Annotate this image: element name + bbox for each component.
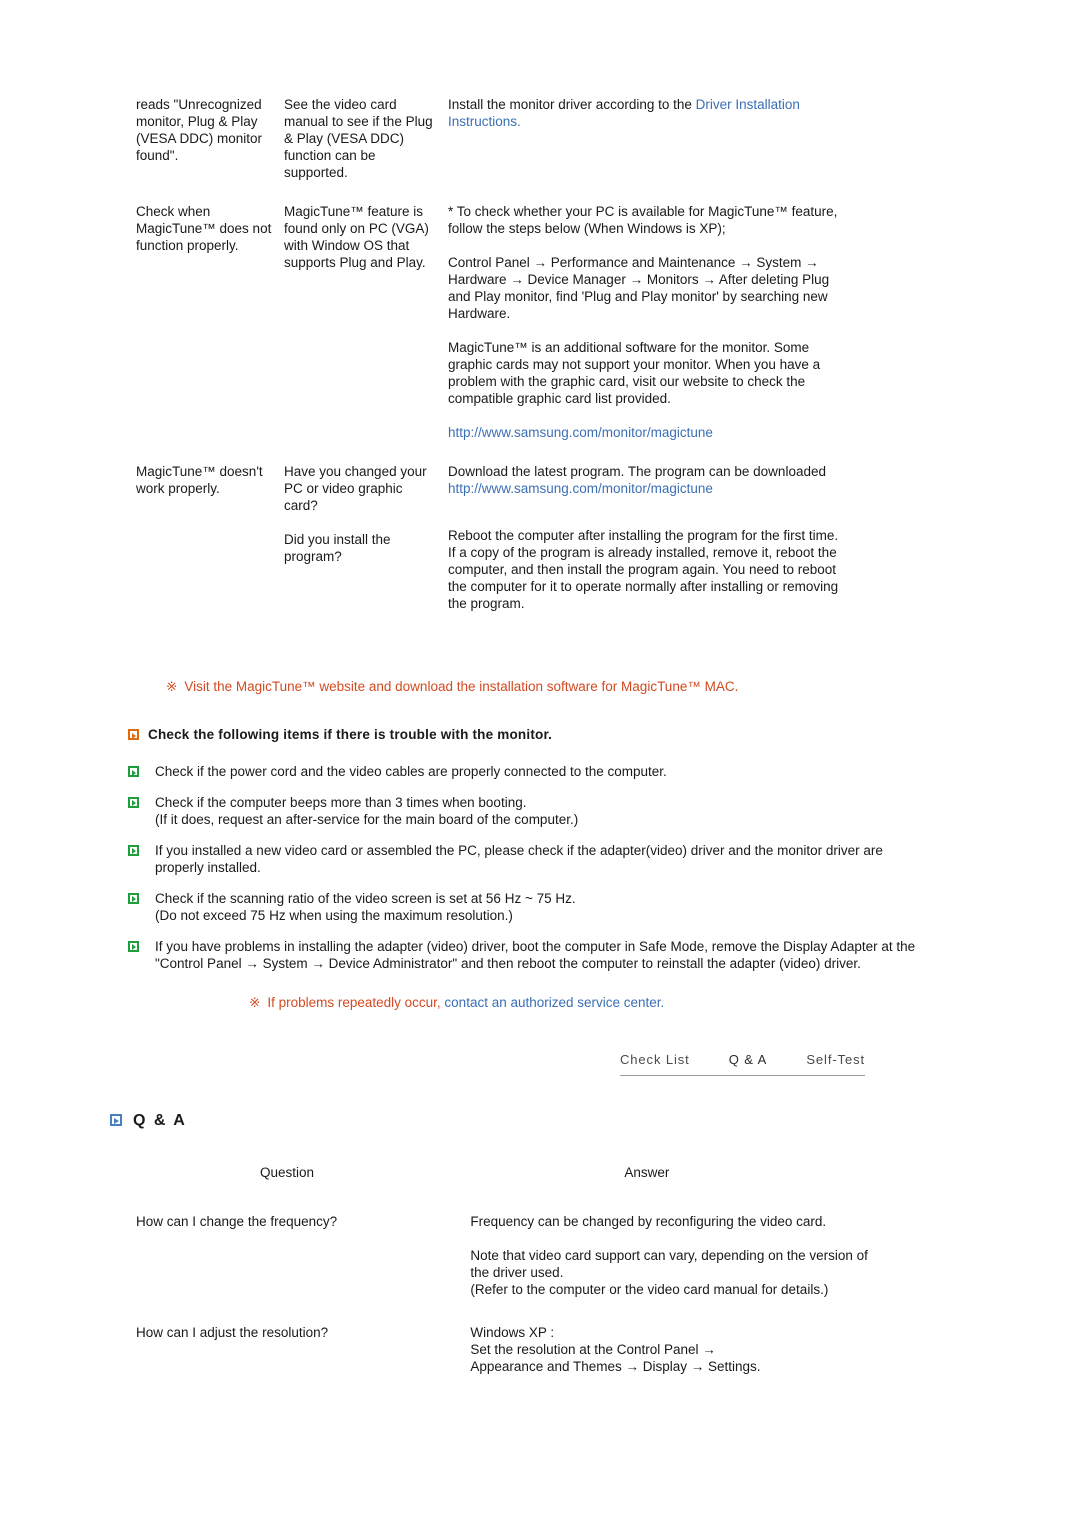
- troubleshooting-table: reads "Unrecognized monitor, Plug & Play…: [136, 96, 856, 612]
- checklist-cell: Have you changed your PC or video graphi…: [284, 463, 448, 612]
- service-center-note-text: If problems repeatedly occur,: [267, 995, 441, 1010]
- solution-text-post: .: [517, 114, 521, 129]
- solution-paragraph-1: * To check whether your PC is available …: [448, 204, 838, 236]
- page-title: Q & A: [110, 1112, 187, 1130]
- checklist-heading-text: Check the following items if there is tr…: [148, 727, 553, 742]
- symptom-cell: reads "Unrecognized monitor, Plug & Play…: [136, 96, 284, 181]
- green-arrow-icon: [128, 940, 139, 952]
- check-text: See the video card manual to see if the …: [284, 97, 433, 180]
- checklist-heading: Check the following items if there is tr…: [128, 727, 552, 742]
- magictune-download-link[interactable]: http://www.samsung.com/monitor/magictune: [448, 481, 713, 496]
- table-row: How can I change the frequency? Frequenc…: [136, 1213, 896, 1298]
- service-center-note: ※ If problems repeatedly occur, contact a…: [249, 995, 664, 1011]
- solution-reboot-text: Reboot the computer after installing the…: [448, 528, 839, 611]
- solution-download-pre: Download the latest program. The program…: [448, 464, 826, 479]
- list-item-text: Check if the computer beeps more than 3 …: [155, 794, 579, 828]
- check-text-2: Did you install the program?: [284, 532, 391, 564]
- solution-cell: * To check whether your PC is available …: [448, 203, 856, 441]
- checklist-cell: See the video card manual to see if the …: [284, 96, 448, 181]
- question-cell: How can I change the frequency?: [136, 1214, 338, 1229]
- service-center-link[interactable]: contact an authorized service center.: [444, 995, 664, 1010]
- row-spacer: [136, 441, 856, 463]
- solution-cell: Download the latest program. The program…: [448, 463, 856, 612]
- symptom-text: MagicTune™ doesn't work properly.: [136, 464, 263, 496]
- solution-paragraph-3: MagicTune™ is an additional software for…: [448, 340, 821, 406]
- list-item-text: Check if the power cord and the video ca…: [155, 764, 667, 779]
- note-marker-icon: ※: [166, 679, 178, 694]
- solution-text: Install the monitor driver according to …: [448, 96, 848, 130]
- check-text: MagicTune™ feature is found only on PC (…: [284, 204, 429, 270]
- green-arrow-icon: [128, 766, 139, 777]
- magictune-website-link[interactable]: http://www.samsung.com/monitor/magictune: [448, 425, 713, 440]
- row-spacer: [136, 181, 856, 203]
- symptom-text: Check when MagicTune™ does not function …: [136, 204, 272, 253]
- list-item: Check if the scanning ratio of the video…: [128, 890, 918, 925]
- solution-cell: Install the monitor driver according to …: [448, 96, 856, 181]
- answer-cell: Frequency can be changed by reconfigurin…: [470, 1213, 896, 1298]
- magictune-mac-note: ※ Visit the MagicTune™ website and downlo…: [166, 678, 966, 696]
- list-item: Check if the power cord and the video ca…: [128, 763, 918, 781]
- qa-table: Question Answer How can I change the fre…: [136, 1164, 896, 1375]
- note-marker-icon: ※: [249, 995, 261, 1010]
- section-tabs: Check List Q & A Self-Test: [620, 1052, 865, 1076]
- solution-download-text: Download the latest program. The program…: [448, 463, 848, 497]
- blue-arrow-icon: [110, 1114, 122, 1126]
- checklist-cell: MagicTune™ feature is found only on PC (…: [284, 203, 448, 441]
- check-text-1: Have you changed your PC or video graphi…: [284, 464, 427, 513]
- list-item: If you have problems in installing the a…: [128, 938, 918, 973]
- table-row: reads "Unrecognized monitor, Plug & Play…: [136, 96, 856, 181]
- list-item: If you installed a new video card or ass…: [128, 842, 918, 877]
- table-row: Check when MagicTune™ does not function …: [136, 203, 856, 441]
- answer-paragraph-1: Frequency can be changed by reconfigurin…: [470, 1214, 827, 1229]
- symptom-cell: Check when MagicTune™ does not function …: [136, 203, 284, 441]
- symptom-text: reads "Unrecognized monitor, Plug & Play…: [136, 97, 263, 163]
- column-header-answer: Answer: [624, 1165, 670, 1180]
- tab-check-list[interactable]: Check List: [620, 1052, 690, 1067]
- list-item: Check if the computer beeps more than 3 …: [128, 794, 918, 829]
- document-page: reads "Unrecognized monitor, Plug & Play…: [0, 0, 1080, 1528]
- green-arrow-icon: [128, 892, 139, 904]
- list-item-text: Check if the scanning ratio of the video…: [155, 890, 576, 924]
- list-item-text: If you have problems in installing the a…: [155, 938, 916, 972]
- row-spacer: [136, 1298, 896, 1324]
- solution-paragraph-2: Control Panel → Performance and Maintena…: [448, 255, 830, 321]
- page-title-text: Q & A: [133, 1112, 187, 1129]
- checklist-items: Check if the power cord and the video ca…: [128, 763, 918, 986]
- green-arrow-icon: [128, 796, 139, 808]
- list-item-text: If you installed a new video card or ass…: [155, 842, 883, 876]
- table-header-row: Question Answer: [136, 1164, 896, 1213]
- answer-paragraph-2: Note that video card support can vary, d…: [470, 1248, 868, 1297]
- orange-arrow-icon: [128, 729, 139, 740]
- tab-self-test[interactable]: Self-Test: [806, 1052, 865, 1067]
- table-row: MagicTune™ doesn't work properly. Have y…: [136, 463, 856, 612]
- green-arrow-icon: [128, 844, 139, 856]
- question-cell: How can I adjust the resolution?: [136, 1325, 329, 1340]
- column-header-question: Question: [260, 1165, 315, 1180]
- magictune-mac-note-text: Visit the MagicTune™ website and downloa…: [184, 679, 739, 694]
- table-row: How can I adjust the resolution? Windows…: [136, 1324, 896, 1375]
- solution-text-pre: Install the monitor driver according to …: [448, 97, 696, 112]
- symptom-cell: MagicTune™ doesn't work properly.: [136, 463, 284, 612]
- tab-q-and-a[interactable]: Q & A: [729, 1052, 767, 1067]
- answer-cell: Windows XP : Set the resolution at the C…: [470, 1325, 761, 1374]
